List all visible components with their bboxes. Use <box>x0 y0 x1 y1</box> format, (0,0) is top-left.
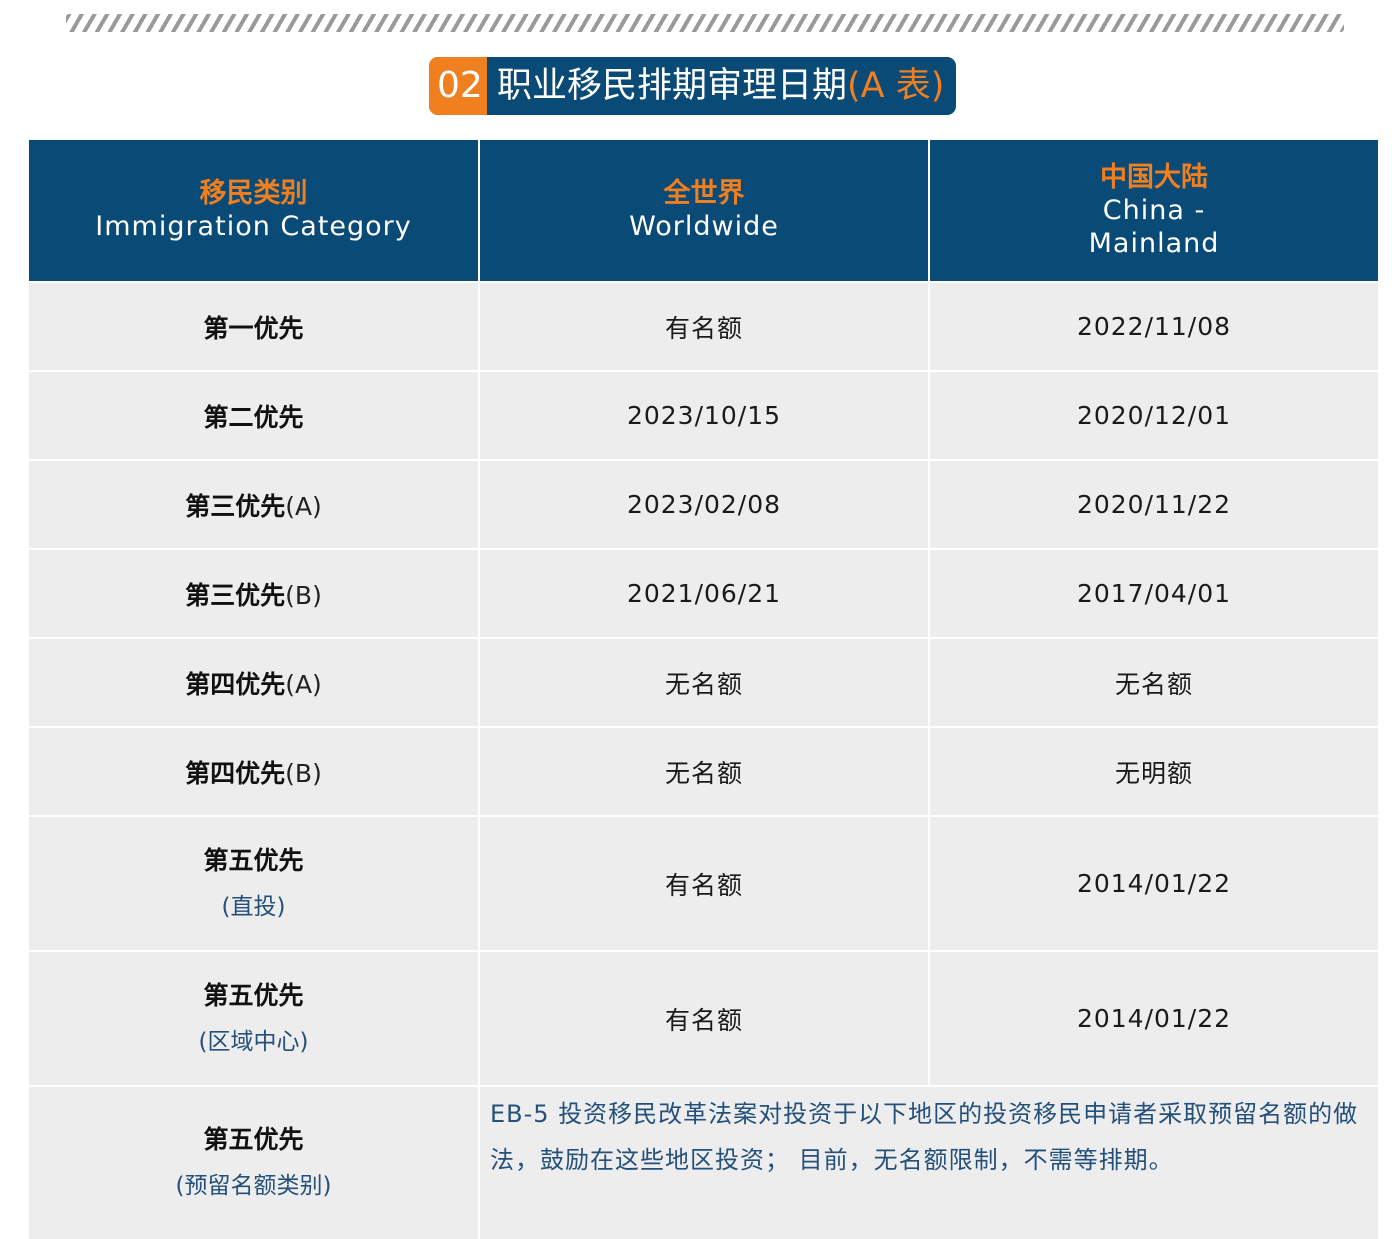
category-suffix: (A) <box>285 669 322 699</box>
china-cell: 2014/01/22 <box>929 815 1378 951</box>
worldwide-value: 无名额 <box>664 669 743 699</box>
category-suffix: (A) <box>285 491 322 521</box>
category-name: 第四优先 <box>185 669 286 699</box>
worldwide-value: 2023/02/08 <box>626 490 782 519</box>
worldwide-value: 无名额 <box>664 758 743 788</box>
china-value: 2017/04/01 <box>1076 579 1232 608</box>
category-cell: 第三优先(B) <box>29 548 480 638</box>
eb5-reserved-note: EB-5 投资移民改革法案对投资于以下地区的投资移民申请者采取预留名额的做法，鼓… <box>490 1100 1359 1174</box>
column-header-en: Immigration Category <box>95 211 412 242</box>
china-value: 2020/12/01 <box>1076 401 1232 430</box>
column-header-zh: 中国大陆 <box>1100 161 1208 193</box>
china-value: 2022/11/08 <box>1076 312 1232 341</box>
column-header-en: Worldwide <box>629 211 779 242</box>
category-name: 第五优先 <box>203 1125 304 1154</box>
china-value: 无明额 <box>1114 758 1193 788</box>
table-row: 第五优先 (区域中心) 有名额 2014/01/22 <box>29 950 1378 1086</box>
category-name: 第五优先 <box>203 980 304 1010</box>
table-header-row: 移民类别 Immigration Category 全世界 Worldwide … <box>29 140 1378 282</box>
worldwide-value: 有名额 <box>664 1005 743 1035</box>
china-value: 无名额 <box>1114 669 1193 699</box>
worldwide-cell: 2021/06/21 <box>479 548 930 638</box>
china-cell: 2017/04/01 <box>929 548 1378 638</box>
category-cell: 第一优先 <box>29 281 480 371</box>
table-row: 第五优先 (预留名额类别) EB-5 投资移民改革法案对投资于以下地区的投资移民… <box>29 1085 1378 1239</box>
category-suffix: (B) <box>285 758 322 788</box>
column-header-category: 移民类别 Immigration Category <box>29 140 480 282</box>
table-row: 第三优先(A) 2023/02/08 2020/11/22 <box>29 459 1378 549</box>
china-cell: 2020/12/01 <box>929 370 1378 460</box>
china-cell: 2014/01/22 <box>929 950 1378 1086</box>
china-value: 2014/01/22 <box>1076 869 1232 898</box>
worldwide-cell: 有名额 <box>479 950 930 1086</box>
worldwide-cell: 2023/10/15 <box>479 370 930 460</box>
category-cell: 第三优先(A) <box>29 459 480 549</box>
table-row: 第一优先 有名额 2022/11/08 <box>29 281 1378 371</box>
worldwide-value: 有名额 <box>664 870 743 900</box>
worldwide-cell: 有名额 <box>479 281 930 371</box>
section-title-main: 职业移民排期审理日期 <box>497 66 848 106</box>
column-header-zh: 全世界 <box>663 178 745 209</box>
column-header-zh: 移民类别 <box>199 178 308 209</box>
section-title-badge: 02 职业移民排期审理日期(A 表) <box>429 57 957 115</box>
decorative-stripe-bar <box>66 14 1344 32</box>
category-suffix: (B) <box>285 580 322 610</box>
category-cell: 第五优先 (直投) <box>29 815 480 951</box>
column-header-en: China - Mainland <box>1088 194 1220 259</box>
table-row: 第五优先 (直投) 有名额 2014/01/22 <box>29 815 1378 951</box>
worldwide-value: 2023/10/15 <box>626 401 782 430</box>
china-cell: 无明额 <box>929 726 1378 816</box>
worldwide-cell: 有名额 <box>479 815 930 951</box>
category-name: 第一优先 <box>203 313 304 343</box>
category-cell: 第五优先 (预留名额类别) <box>29 1085 480 1239</box>
category-name: 第二优先 <box>203 402 304 432</box>
china-cell: 2022/11/08 <box>929 281 1378 371</box>
category-cell: 第五优先 (区域中心) <box>29 950 480 1086</box>
category-cell: 第二优先 <box>29 370 480 460</box>
table-row: 第四优先(A) 无名额 无名额 <box>29 637 1378 727</box>
worldwide-cell: 无名额 <box>479 726 930 816</box>
china-value: 2020/11/22 <box>1076 490 1232 519</box>
category-name: 第五优先 <box>203 845 304 875</box>
category-subtype: (直投) <box>221 893 286 920</box>
column-header-worldwide: 全世界 Worldwide <box>479 140 930 282</box>
category-name: 第三优先 <box>185 580 286 610</box>
category-subtype: (预留名额类别) <box>175 1173 332 1199</box>
visa-bulletin-table: 移民类别 Immigration Category 全世界 Worldwide … <box>29 140 1378 1239</box>
category-subtype: (区域中心) <box>198 1028 309 1055</box>
china-cell: 2020/11/22 <box>929 459 1378 549</box>
category-cell: 第四优先(A) <box>29 637 480 727</box>
china-value: 2014/01/22 <box>1076 1004 1232 1033</box>
category-cell: 第四优先(B) <box>29 726 480 816</box>
table-row: 第四优先(B) 无名额 无明额 <box>29 726 1378 816</box>
section-title: 职业移民排期审理日期(A 表) <box>487 57 956 115</box>
category-name: 第四优先 <box>185 758 286 788</box>
table-row: 第二优先 2023/10/15 2020/12/01 <box>29 370 1378 460</box>
worldwide-cell: 无名额 <box>479 637 930 727</box>
category-name: 第三优先 <box>185 491 286 521</box>
worldwide-cell: 2023/02/08 <box>479 459 930 549</box>
section-title-suffix: (A 表) <box>847 66 945 106</box>
column-header-china: 中国大陆 China - Mainland <box>929 140 1378 282</box>
note-cell: EB-5 投资移民改革法案对投资于以下地区的投资移民申请者采取预留名额的做法，鼓… <box>479 1085 1378 1239</box>
worldwide-value: 有名额 <box>664 313 743 343</box>
worldwide-value: 2021/06/21 <box>626 579 782 608</box>
table-row: 第三优先(B) 2021/06/21 2017/04/01 <box>29 548 1378 638</box>
section-number: 02 <box>429 57 487 115</box>
china-cell: 无名额 <box>929 637 1378 727</box>
